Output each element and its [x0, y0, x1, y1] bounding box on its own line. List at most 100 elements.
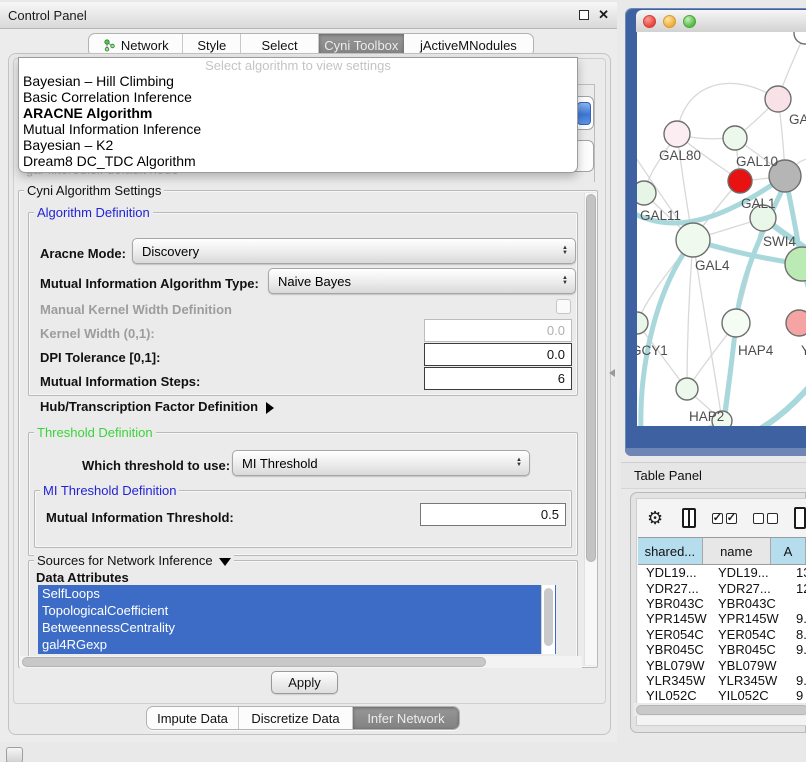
node-label: GAL10 [736, 154, 778, 169]
network-window-titlebar[interactable] [636, 10, 806, 32]
apply-button[interactable]: Apply [271, 671, 338, 694]
tab-discretize-data[interactable]: Discretize Data [239, 707, 353, 729]
node-label: GAL80 [659, 148, 701, 163]
network-node[interactable] [676, 223, 710, 257]
dropdown-item[interactable]: Bayesian – K2 [19, 137, 577, 153]
float-window-icon[interactable] [579, 10, 589, 20]
close-icon[interactable]: ✕ [598, 10, 609, 20]
table-row[interactable]: YLR345W YLR345W 9. [638, 673, 806, 688]
dpi-tolerance-field[interactable]: 0.0 [424, 343, 572, 366]
network-canvas[interactable]: GAL GAL80 GAL10 GAL1 GAL11 SWI4 GAL4 GCY… [637, 32, 806, 426]
mi-threshold-field[interactable]: 0.5 [420, 503, 566, 526]
node-label: Y [801, 343, 806, 358]
which-threshold-label: Which threshold to use: [82, 458, 230, 473]
kernel-width-field[interactable]: 0.0 [424, 319, 572, 342]
new-table-icon[interactable] [794, 507, 806, 529]
column-header-partial[interactable]: A [771, 538, 806, 564]
node-label: HAP4 [738, 343, 774, 358]
network-node[interactable] [676, 378, 698, 400]
deselect-all-icon[interactable] [753, 513, 778, 524]
network-node[interactable] [723, 126, 747, 150]
minimized-window-icon[interactable] [6, 747, 23, 762]
scrollbar-thumb[interactable] [22, 657, 486, 667]
network-node[interactable] [637, 181, 656, 205]
cell-name: YDR27... [712, 581, 790, 596]
cell-shared-name: YIL052C [638, 688, 712, 703]
cell-shared-name: YPR145W [638, 611, 712, 626]
combobox-arrow-button[interactable] [577, 102, 591, 125]
data-attributes-list[interactable]: SelfLoops TopologicalCoefficient Between… [38, 585, 556, 654]
attribute-item-selected[interactable]: BetweennessCentrality [38, 619, 556, 636]
select-all-icon[interactable] [712, 513, 737, 524]
network-node[interactable] [785, 247, 806, 281]
tab-infer-network[interactable]: Infer Network [353, 707, 459, 729]
cell-name: YDL19... [712, 565, 790, 580]
tab-label: Discretize Data [251, 711, 339, 726]
mi-threshold-label: Mutual Information Threshold: [46, 510, 234, 525]
table-row[interactable]: YER054C YER054C 8. [638, 627, 806, 642]
dpi-tolerance-label: DPI Tolerance [0,1]: [40, 350, 160, 365]
cell-shared-name: YDL19... [638, 565, 712, 580]
table-row[interactable]: YDL19... YDL19... 13 [638, 565, 806, 580]
gear-icon[interactable]: ⚙ [647, 508, 663, 529]
manual-kernel-label: Manual Kernel Width Definition [40, 302, 232, 317]
aracne-mode-combobox[interactable]: Discovery ▲▼ [132, 238, 576, 264]
table-row[interactable]: YDR27... YDR27... 12 [638, 580, 806, 595]
node-label: GAL11 [640, 208, 681, 223]
column-header-shared-name[interactable]: shared... [638, 538, 703, 564]
network-node[interactable] [794, 32, 806, 44]
column-header-name[interactable]: name [703, 538, 771, 564]
settings-vertical-scrollbar[interactable] [584, 193, 597, 665]
dropdown-item[interactable]: Dream8 DC_TDC Algorithm [19, 153, 577, 169]
attribute-item-selected[interactable]: SelfLoops [38, 585, 556, 602]
scrollbar-thumb[interactable] [544, 588, 553, 646]
settings-horizontal-scrollbar[interactable] [20, 656, 582, 668]
mi-type-combobox[interactable]: Naive Bayes ▲▼ [268, 268, 576, 294]
panel-splitter-handle[interactable] [609, 369, 615, 377]
aracne-mode-label: Aracne Mode: [40, 246, 126, 261]
close-traffic-light[interactable] [643, 15, 656, 28]
dropdown-item-selected[interactable]: ARACNE Algorithm [19, 105, 577, 121]
checked-checkbox-icon [712, 513, 723, 524]
network-node[interactable] [722, 309, 750, 337]
network-node[interactable] [786, 310, 806, 336]
sources-legend[interactable]: Sources for Network Inference [34, 553, 234, 568]
table-row[interactable]: YBR043C YBR043C [638, 596, 806, 611]
collapse-down-icon [219, 558, 231, 566]
zoom-traffic-light[interactable] [683, 15, 696, 28]
mi-steps-field[interactable]: 6 [424, 367, 572, 390]
cell-value: 9. [790, 642, 806, 657]
node-table: shared... name A YDL19... YDL19... 13 YD… [638, 537, 806, 703]
scrollbar-thumb[interactable] [636, 705, 806, 715]
attributes-list-scrollbar[interactable] [541, 585, 555, 654]
network-node[interactable] [637, 312, 648, 334]
dropdown-item[interactable]: Mutual Information Inference [19, 121, 577, 137]
attribute-item-selected[interactable]: gal4RGexp [38, 636, 556, 653]
dropdown-item[interactable]: Bayesian – Hill Climbing [19, 73, 577, 89]
split-columns-icon[interactable] [682, 508, 696, 528]
minimize-traffic-light[interactable] [663, 15, 676, 28]
table-row[interactable]: YBL079W YBL079W [638, 657, 806, 672]
table-row[interactable]: YPR145W YPR145W 9. [638, 611, 806, 626]
manual-kernel-checkbox[interactable] [556, 299, 571, 314]
cell-shared-name: YBR043C [638, 596, 712, 611]
tab-impute-data[interactable]: Impute Data [147, 707, 239, 729]
combobox-arrows-icon: ▲▼ [516, 458, 522, 468]
table-row[interactable]: YBR045C YBR045C 9. [638, 642, 806, 657]
hub-definition-toggle[interactable]: Hub/Transcription Factor Definition [40, 399, 274, 414]
table-horizontal-scrollbar[interactable] [633, 703, 806, 716]
which-threshold-combobox[interactable]: MI Threshold ▲▼ [232, 450, 530, 476]
network-node[interactable] [664, 121, 690, 147]
node-label: GAL4 [695, 258, 730, 273]
network-node-selected[interactable] [728, 169, 752, 193]
dropdown-item[interactable]: Basic Correlation Inference [19, 89, 577, 105]
node-label: SWI4 [763, 234, 796, 249]
network-node[interactable] [765, 86, 791, 112]
scrollbar-thumb[interactable] [586, 194, 596, 562]
cell-shared-name: YLR345W [638, 673, 712, 688]
cell-shared-name: YBL079W [638, 658, 712, 673]
attribute-item-selected[interactable]: TopologicalCoefficient [38, 602, 556, 619]
checked-checkbox-icon [726, 513, 737, 524]
table-row[interactable]: YIL052C YIL052C 9 [638, 688, 806, 703]
algorithm-definition-legend: Algorithm Definition [34, 205, 153, 220]
